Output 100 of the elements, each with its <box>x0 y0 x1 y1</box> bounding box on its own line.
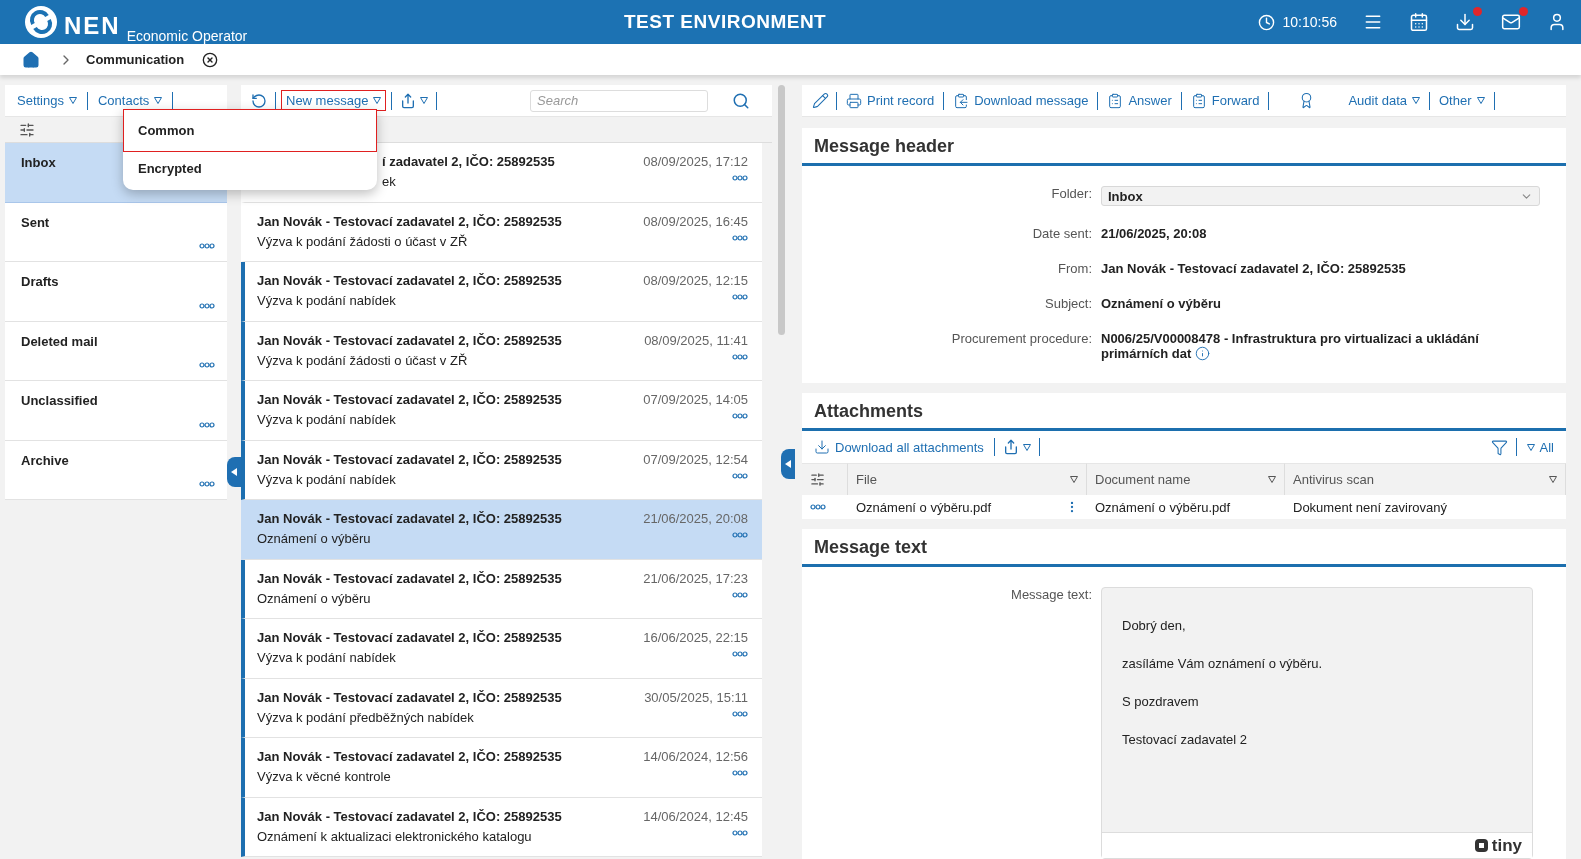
more-icon[interactable] <box>732 532 748 538</box>
message-row[interactable]: Jan Novák - Testovací zadavatel 2, IČO: 25892535 Výzva k podání žádosti o účast v ZŘ 08/09/2025, 16:45 <box>241 202 762 262</box>
message-sender: Jan Novák - Testovací zadavatel 2, IČO: 25892535 <box>257 392 563 407</box>
more-icon[interactable] <box>732 591 748 598</box>
more-icon[interactable] <box>732 234 748 241</box>
message-row[interactable]: Jan Novák - Testovací zadavatel 2, IČO: 25892535 Výzva k podání nabídek 08/09/2025, 12:15 <box>241 262 762 322</box>
folder-item[interactable]: Drafts <box>5 262 227 322</box>
mail-icon[interactable] <box>1501 12 1521 32</box>
clock-time: 10:10:56 <box>1282 14 1337 30</box>
settings-icon[interactable] <box>19 121 35 138</box>
settings-icon[interactable] <box>810 472 825 487</box>
message-sender: Jan Novák - Testovací zadavatel 2, IČO: 25892535 <box>257 332 563 348</box>
toolbar-button[interactable]: Download message <box>949 90 1093 111</box>
caret-icon <box>1476 97 1485 104</box>
field-label: Folder: <box>1050 186 1092 203</box>
toolbar-menu[interactable]: Other <box>1435 91 1489 110</box>
more-icon[interactable] <box>732 651 748 657</box>
collapse-handle[interactable] <box>781 449 795 479</box>
download-icon[interactable] <box>1455 12 1475 32</box>
more-icon[interactable] <box>199 243 215 249</box>
message-row[interactable]: Jan Novák - Testovací zadavatel 2, IČO: 25892535 Oznámení o výběru 21/06/2025, 17:23 <box>241 559 762 619</box>
more-icon[interactable] <box>199 481 215 487</box>
message-subject: Výzva k věcné kontrole <box>257 769 392 784</box>
caret-icon <box>1268 476 1276 483</box>
message-subject: ek <box>382 174 397 189</box>
more-icon[interactable] <box>732 413 748 419</box>
message-row[interactable]: Jan Novák - Testovací zadavatel 2, IČO: 25892535 Výzva k podání nabídek 07/09/2025, 14:05 <box>241 381 762 441</box>
breadcrumb-current: Communication <box>86 52 185 67</box>
more-icon[interactable] <box>732 770 748 776</box>
message-date: 14/06/2024, 12:45 <box>643 808 748 824</box>
field-label: Date sent: <box>1031 226 1092 241</box>
printer-icon <box>846 92 862 109</box>
message-sender: Jan Novák - Testovací zadavatel 2, IČO: 25892535 <box>257 213 563 229</box>
toolbar-button[interactable]: Print record <box>842 90 939 111</box>
more-icon[interactable] <box>732 710 748 717</box>
folder-select[interactable]: Inbox <box>1101 186 1540 206</box>
message-date: 16/06/2025, 22:15 <box>643 630 748 645</box>
edit-button[interactable] <box>810 90 831 111</box>
message-date: 08/09/2025, 12:15 <box>643 273 748 288</box>
column-header[interactable]: File <box>848 463 1087 495</box>
logo-text: NEN <box>64 13 121 39</box>
caret-icon <box>420 97 429 104</box>
folder-item[interactable]: Deleted mail <box>5 321 227 381</box>
new-message-button[interactable]: New message <box>282 91 386 110</box>
folder-item[interactable]: Sent <box>5 202 227 262</box>
more-icon[interactable] <box>199 421 215 428</box>
download-all-button[interactable]: Download all attachments <box>810 437 988 457</box>
more-icon[interactable] <box>732 829 748 836</box>
message-row[interactable]: Jan Novák - Testovací zadavatel 2, IČO: 25892535 Oznámení k aktualizaci elektronického katalogu 14/06/2024, 12:45 <box>241 797 762 857</box>
message-row[interactable]: Jan Novák - Testovací zadavatel 2, IČO: 25892535 Výzva k podání nabídek 16/06/2025, 22:15 <box>241 619 762 679</box>
message-editor[interactable]: Dobrý den, zasíláme Vám oznámení o výběru. S pozdravem Testovací zadavatel 2 tiny <box>1101 587 1533 859</box>
more-icon[interactable] <box>732 294 748 300</box>
folder-item[interactable]: Unclassified <box>5 381 227 441</box>
message-paragraph: Dobrý den, <box>1122 618 1187 633</box>
more-icon[interactable] <box>199 302 215 309</box>
more-icon[interactable] <box>199 362 215 368</box>
caret-icon <box>1070 476 1078 483</box>
message-sender: Jan Novák - Testovací zadavatel 2, IČO: 25892535 <box>257 511 563 526</box>
message-row[interactable]: Jan Novák - Testovací zadavatel 2, IČO: 25892535 Oznámení o výběru 21/06/2025, 20:08 <box>241 500 762 560</box>
clipboard-icon <box>1190 92 1207 109</box>
menu-icon[interactable] <box>1363 12 1383 32</box>
message-row[interactable]: Jan Novák - Testovací zadavatel 2, IČO: 25892535 Výzva k podání předběžných nabídek 30/05/2025, 15:11 <box>241 678 762 738</box>
table-cell: Oznámení o výběru.pdf <box>848 495 1087 519</box>
filter-all-menu[interactable]: All <box>1522 437 1558 457</box>
more-icon[interactable] <box>732 353 748 360</box>
caret-icon <box>373 97 382 104</box>
toolbar-menu[interactable]: Settings <box>13 91 81 110</box>
message-row[interactable]: Jan Novák - Testovací zadavatel 2, IČO: 25892535 Výzva k podání nabídek 07/09/2025, 12:54 <box>241 440 762 500</box>
calendar-icon[interactable] <box>1409 12 1429 32</box>
collapse-handle[interactable] <box>227 457 241 487</box>
toolbar-menu[interactable]: Contacts <box>94 91 167 110</box>
field-label: Procurement procedure: <box>950 331 1092 348</box>
user-icon[interactable] <box>1547 12 1567 32</box>
field-value: Jan Novák - Testovací zadavatel 2, IČO: 25892535 <box>1101 261 1407 276</box>
toolbar-menu[interactable]: Audit data <box>1344 91 1424 110</box>
message-date: 21/06/2025, 17:23 <box>643 570 748 586</box>
more-icon[interactable] <box>810 504 826 510</box>
message-paragraph: Testovací zadavatel 2 <box>1122 732 1249 747</box>
column-header[interactable]: Document name <box>1087 463 1285 495</box>
logo-icon <box>24 5 58 39</box>
field-value: N006/25/V00008478 - Infrastruktura pro virtualizaci a ukládání primárních dat <box>1101 331 1480 361</box>
close-icon[interactable] <box>202 51 219 68</box>
more-icon[interactable] <box>732 472 748 479</box>
caret-icon <box>1549 476 1557 483</box>
message-date: 07/09/2025, 14:05 <box>643 392 748 407</box>
toolbar-button[interactable]: Answer <box>1103 90 1176 111</box>
toolbar-button[interactable]: Forward <box>1186 90 1264 111</box>
more-icon[interactable] <box>732 175 748 181</box>
message-row[interactable]: Jan Novák - Testovací zadavatel 2, IČO: 25892535 Výzva k podání žádosti o účast v ZŘ 08/09/2025, 11:41 <box>241 321 762 381</box>
message-subject: Výzva k podání předběžných nabídek <box>257 709 475 725</box>
share-icon <box>1002 439 1019 455</box>
scrollbar-thumb[interactable] <box>778 85 785 335</box>
home-icon[interactable] <box>22 50 40 69</box>
message-row[interactable]: Jan Novák - Testovací zadavatel 2, IČO: 25892535 Výzva k věcné kontrole 14/06/2024, 12:56 <box>241 738 762 798</box>
editor-branding: tiny <box>1473 835 1522 856</box>
folder-item[interactable]: Archive <box>5 440 227 500</box>
search-field[interactable]: Search <box>530 89 708 112</box>
column-header[interactable]: Antivirus scan <box>1285 463 1566 495</box>
message-sender: Jan Novák - Testovací zadavatel 2, IČO: 25892535 <box>257 570 563 586</box>
message-sender: Jan Novák - Testovací zadavatel 2, IČO: 25892535 <box>257 451 563 467</box>
